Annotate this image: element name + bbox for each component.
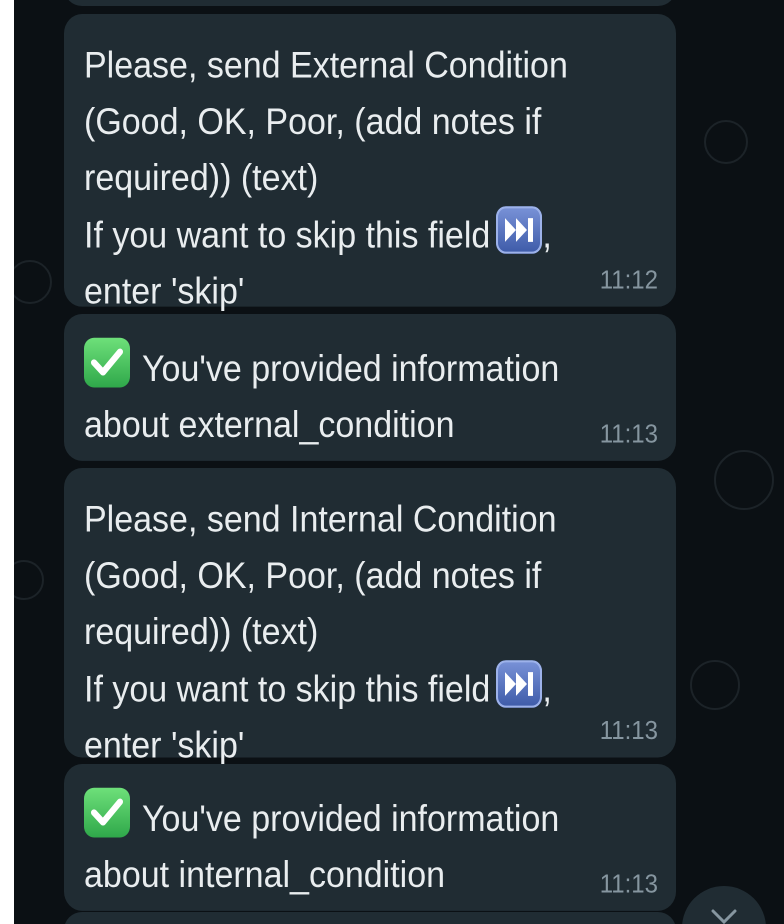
message-text-line: You've provided information <box>84 787 656 847</box>
check-mark-emoji-icon <box>84 337 130 388</box>
message-skip-line: If you want to skip this field, <box>84 660 656 717</box>
wallpaper-doodle <box>14 260 52 304</box>
message-text: , <box>542 214 552 256</box>
message-time: 11:13 <box>599 419 658 449</box>
message-text-line: You've provided information <box>84 337 656 397</box>
check-mark-emoji-icon <box>84 787 130 838</box>
wallpaper-doodle <box>690 660 740 710</box>
message-text-line: Please, send Internal Condition <box>84 499 557 541</box>
message-text-line: (Good, OK, Poor, (add notes if <box>84 101 542 143</box>
wallpaper-doodle <box>714 450 774 510</box>
chat-background: Please, send External Condition (Good, O… <box>14 0 784 924</box>
wallpaper-doodle <box>704 120 748 164</box>
message-text-line: about external_condition <box>84 404 455 446</box>
message-text-line: enter 'skip' <box>84 271 245 313</box>
message-text-line: required)) (text) <box>84 611 319 653</box>
message-text: You've provided information <box>142 348 560 390</box>
message-text: If you want to skip this field <box>84 214 491 256</box>
next-message-bubble[interactable] <box>64 912 676 924</box>
screen: Please, send External Condition (Good, O… <box>0 0 784 924</box>
message-bubble[interactable]: You've provided information about extern… <box>64 314 676 461</box>
message-skip-line: If you want to skip this field, <box>84 206 656 263</box>
message-time: 11:12 <box>599 265 658 295</box>
message-bubble[interactable]: Please, send External Condition (Good, O… <box>64 14 676 312</box>
previous-message-bubble[interactable] <box>64 0 676 6</box>
wallpaper-doodle <box>14 560 44 600</box>
message-text-line: (Good, OK, Poor, (add notes if <box>84 555 542 597</box>
message-text-line: required)) (text) <box>84 157 319 199</box>
message-text: You've provided information <box>142 798 560 840</box>
message-bubble[interactable]: You've provided information about intern… <box>64 764 676 911</box>
next-track-emoji-icon <box>496 206 543 254</box>
message-time: 11:13 <box>599 869 658 899</box>
message-text: If you want to skip this field <box>84 668 491 710</box>
next-track-emoji-icon <box>496 660 543 708</box>
message-text: , <box>542 668 552 710</box>
message-text-line: about internal_condition <box>84 854 446 896</box>
message-time: 11:13 <box>599 716 658 746</box>
chevron-down-icon <box>711 909 737 924</box>
message-bubble[interactable]: Please, send Internal Condition (Good, O… <box>64 468 676 766</box>
message-text-line: Please, send External Condition <box>84 45 568 87</box>
scroll-to-bottom-button[interactable] <box>682 886 766 924</box>
